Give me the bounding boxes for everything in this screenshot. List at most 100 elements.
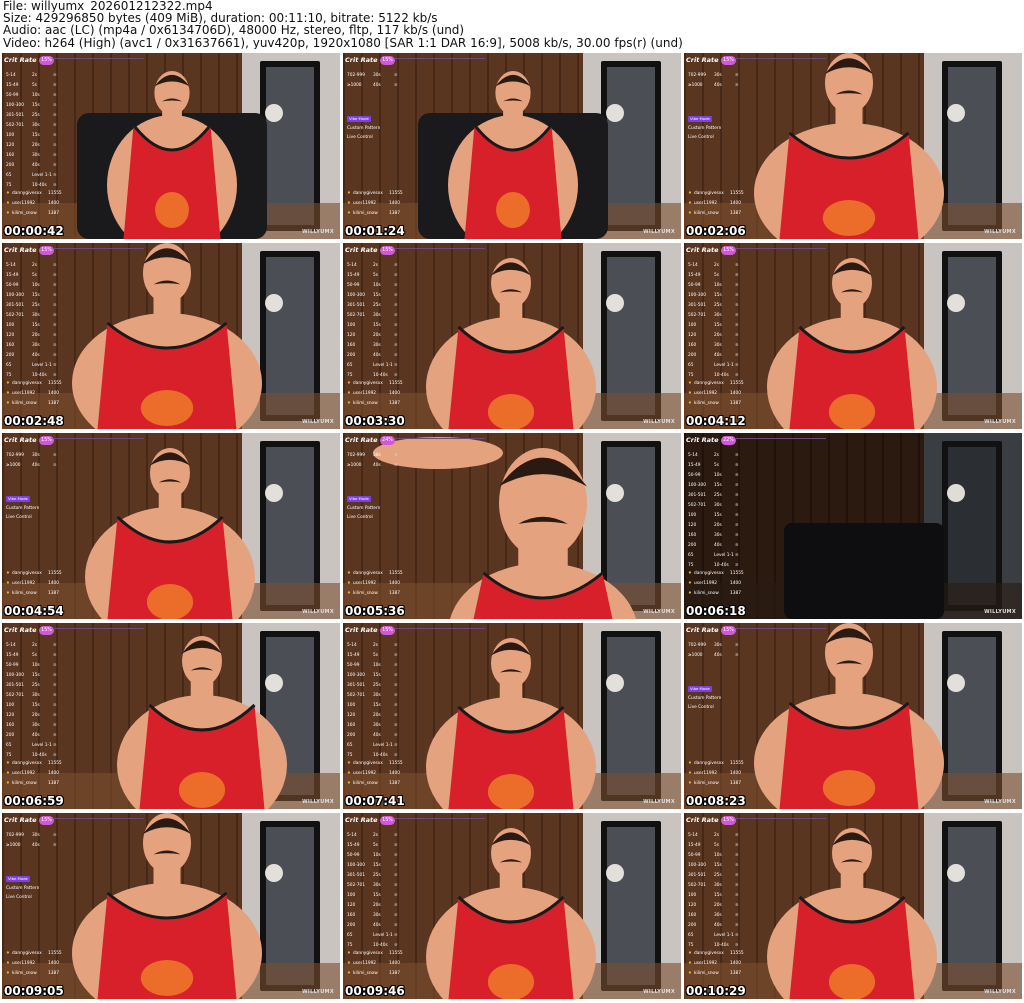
leaderboard-amount: 11555 — [389, 761, 403, 766]
tip-duration: 10s — [373, 283, 381, 288]
leaderboard-user: dannygivesxx — [12, 191, 42, 196]
video-thumbnail[interactable]: Crit Rate 15% 702-999 30s ≋ ≥1000 40s ≋ Vibe Mod… — [2, 813, 340, 999]
tip-duration: 15s — [32, 133, 40, 138]
crit-rate-bar: Crit Rate 15% — [344, 55, 408, 67]
rank-badge-icon: ♦ — [347, 591, 351, 596]
video-thumbnail[interactable]: Crit Rate 15% 5-14 2s ≋ 15-49 5s ≋ 50-99 10s ≋ 100-… — [343, 813, 681, 999]
crit-rate-percent: 15% — [380, 56, 395, 65]
vibe-pattern-icon: ≋ — [735, 343, 739, 348]
tip-row: ≥1000 40s ≋ — [6, 841, 64, 851]
tip-leaderboard: ♦ dannygivesxx 11555 ♦ user11992 1400 ♦ kilimi_… — [347, 189, 407, 219]
leaderboard-user: kilimi_snow — [353, 971, 378, 976]
leaderboard-user: dannygivesxx — [12, 761, 42, 766]
tip-range: 65 — [6, 173, 12, 178]
vibe-pattern-icon: ≋ — [53, 693, 57, 698]
leaderboard-amount: 1400 — [389, 201, 400, 206]
vibe-pattern-icon: ≋ — [53, 663, 57, 668]
video-thumbnail[interactable]: Crit Rate 15% 702-999 30s ≋ ≥1000 40s ≋ Vibe Mod… — [684, 623, 1022, 809]
tip-range: 100-300 — [688, 293, 706, 298]
tip-row: 702-999 30s ≋ — [688, 641, 746, 651]
video-thumbnail[interactable]: Crit Rate 22% 5-14 2s ≋ 15-49 5s ≋ 50-99 10s ≋ 100-… — [684, 433, 1022, 619]
vibe-pattern-icon: ≋ — [394, 713, 398, 718]
tip-duration: 15s — [373, 323, 381, 328]
video-thumbnail[interactable]: Crit Rate 15% 5-14 2s ≋ 15-49 5s ≋ 50-99 10s ≋ 100-… — [343, 623, 681, 809]
video-thumbnail[interactable]: Crit Rate 15% 5-14 2s ≋ 15-49 5s ≋ 50-99 10s ≋ 100-… — [2, 53, 340, 239]
vibe-pattern-icon: ≋ — [735, 473, 739, 478]
tip-row: 100-300 15s ≋ — [347, 861, 405, 871]
leaderboard-row: ♦ user11992 1400 — [347, 389, 407, 399]
tip-row: 15-49 5s ≋ — [688, 271, 746, 281]
tip-row: 702-999 30s ≋ — [688, 71, 746, 81]
video-thumbnail[interactable]: Crit Rate 15% 5-14 2s ≋ 15-49 5s ≋ 50-99 10s ≋ 100-… — [2, 623, 340, 809]
tip-duration: 40s — [714, 653, 722, 658]
leaderboard-amount: 1400 — [730, 201, 741, 206]
video-thumbnail[interactable]: Crit Rate 15% 5-14 2s ≋ 15-49 5s ≋ 50-99 10s ≋ 100-… — [684, 243, 1022, 429]
tip-row: 50-99 10s ≋ — [688, 281, 746, 291]
leaderboard-row: ♦ dannygivesxx 11555 — [6, 379, 66, 389]
leaderboard-user: user11992 — [353, 581, 377, 586]
tip-range: 502-701 — [688, 313, 706, 318]
tip-duration: 20s — [373, 333, 381, 338]
tip-row: 120 20s ≋ — [688, 521, 746, 531]
vibe-pattern-icon: ≋ — [53, 93, 57, 98]
leaderboard-amount: 1387 — [389, 781, 400, 786]
tip-range: 100 — [688, 513, 697, 518]
rank-badge-icon: ♦ — [688, 951, 692, 956]
tip-range: 50-99 — [347, 853, 360, 858]
tip-range: 100-300 — [6, 293, 24, 298]
tip-row: 120 20s ≋ — [688, 901, 746, 911]
leaderboard-amount: 11555 — [730, 571, 744, 576]
rank-badge-icon: ♦ — [6, 211, 10, 216]
video-thumbnail[interactable]: Crit Rate 15% 5-14 2s ≋ 15-49 5s ≋ 50-99 10s ≋ 100-… — [684, 813, 1022, 999]
vibe-pattern-icon: ≋ — [735, 883, 739, 888]
video-thumbnail[interactable]: Crit Rate 15% 5-14 2s ≋ 15-49 5s ≋ 50-99 10s ≋ 100-… — [343, 243, 681, 429]
tip-duration: 25s — [714, 493, 722, 498]
vibe-mode-section: Vibe Mode Custom Pattern Live Control — [6, 495, 39, 522]
leaderboard-amount: 1387 — [389, 401, 400, 406]
leaderboard-amount: 11555 — [48, 761, 62, 766]
crit-rate-bar: Crit Rate 15% — [344, 815, 408, 827]
vibe-pattern-icon: ≋ — [53, 683, 57, 688]
tip-row: 502-701 30s ≋ — [6, 311, 64, 321]
tip-duration: 30s — [373, 693, 381, 698]
vibe-pattern-icon: ≋ — [735, 83, 739, 88]
tip-range: 65 — [347, 933, 353, 938]
video-thumbnail[interactable]: Crit Rate 15% 702-999 30s ≋ ≥1000 40s ≋ Vibe Mod… — [343, 53, 681, 239]
vibe-pattern-icon: ≋ — [53, 173, 57, 178]
tip-leaderboard: ♦ dannygivesxx 11555 ♦ user11992 1400 ♦ kilimi_… — [347, 379, 407, 409]
tip-row: 50-99 10s ≋ — [688, 851, 746, 861]
tip-row: 5-14 2s ≋ — [688, 831, 746, 841]
tip-duration: 40s — [373, 923, 381, 928]
vibe-pattern-icon: ≋ — [394, 693, 398, 698]
vibe-pattern-icon: ≋ — [394, 73, 398, 78]
leaderboard-amount: 1400 — [48, 961, 59, 966]
leaderboard-user: user11992 — [353, 391, 377, 396]
leaderboard-amount: 1387 — [48, 401, 59, 406]
leaderboard-amount: 1400 — [48, 201, 59, 206]
crit-rate-percent: 15% — [721, 626, 736, 635]
tip-range: 200 — [688, 923, 697, 928]
video-thumbnail[interactable]: Crit Rate 15% 702-999 30s ≋ ≥1000 40s ≋ Vibe Mod… — [684, 53, 1022, 239]
leaderboard-amount: 1387 — [730, 211, 741, 216]
video-thumbnail[interactable]: Crit Rate 24% 702-999 30s ≋ ≥1000 40s ≋ Vibe Mod… — [343, 433, 681, 619]
tip-range: 50-99 — [6, 93, 19, 98]
vibe-pattern-icon: ≋ — [394, 453, 398, 458]
tip-duration: 25s — [373, 683, 381, 688]
leaderboard-user: dannygivesxx — [12, 381, 42, 386]
tip-row: 160 30s ≋ — [6, 151, 64, 161]
tip-range: 50-99 — [688, 473, 701, 478]
tip-range: 65 — [688, 363, 694, 368]
crit-rate-label: Crit Rate — [4, 246, 37, 254]
video-thumbnail[interactable]: Crit Rate 15% 5-14 2s ≋ 15-49 5s ≋ 50-99 10s ≋ 100-… — [2, 243, 340, 429]
crit-rate-percent: 24% — [380, 436, 395, 445]
tip-duration: 30s — [373, 343, 381, 348]
video-thumbnail[interactable]: Crit Rate 15% 702-999 30s ≋ ≥1000 40s ≋ Vibe Mod… — [2, 433, 340, 619]
tip-duration: 30s — [32, 723, 40, 728]
tip-duration: 30s — [714, 343, 722, 348]
tip-range: 100-300 — [347, 673, 365, 678]
rank-badge-icon: ♦ — [347, 381, 351, 386]
leaderboard-user: dannygivesxx — [694, 571, 724, 576]
vibe-pattern-icon: ≋ — [735, 363, 739, 368]
vibe-pattern-icon: ≋ — [394, 703, 398, 708]
vibe-pattern-icon: ≋ — [394, 843, 398, 848]
